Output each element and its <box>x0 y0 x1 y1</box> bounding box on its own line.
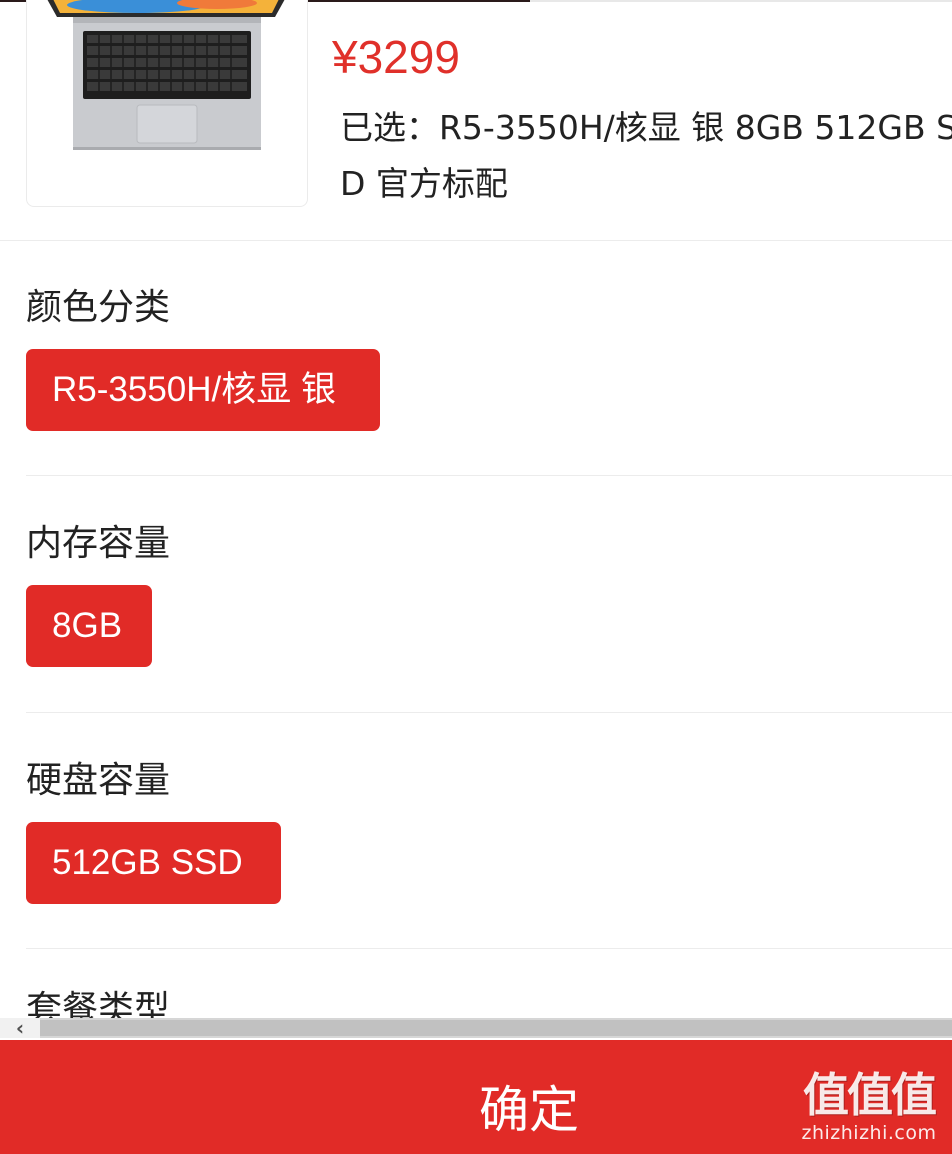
section-title-package: 套餐类型 <box>26 989 171 1018</box>
section-color: 颜色分类 R5-3550H/核显 银 <box>26 270 952 450</box>
horizontal-scrollbar[interactable]: ‹ <box>0 1018 952 1038</box>
watermark-url: zhizhizhi.com <box>801 1122 937 1144</box>
section-divider <box>26 475 952 476</box>
section-title-memory: 内存容量 <box>26 523 171 564</box>
section-divider <box>26 948 952 949</box>
chevron-left-icon[interactable]: ‹ <box>0 1018 40 1038</box>
laptop-image <box>26 0 308 207</box>
selected-spec-summary: 已选：R5-3550H/核显 银 8GB 512GB SSD 官方标配 <box>340 108 952 203</box>
section-memory: 内存容量 8GB <box>26 506 952 686</box>
option-chip-memory-selected[interactable]: 8GB <box>26 585 152 667</box>
product-header: ¥3299 已选：R5-3550H/核显 银 8GB 512GB SSD 官方标… <box>0 0 952 241</box>
sku-selector-page: ¥3299 已选：R5-3550H/核显 银 8GB 512GB SSD 官方标… <box>0 0 952 1154</box>
section-title-storage: 硬盘容量 <box>26 760 171 801</box>
scrollbar-thumb[interactable] <box>40 1020 952 1036</box>
option-chip-storage-selected[interactable]: 512GB SSD <box>26 822 281 904</box>
section-divider <box>26 712 952 713</box>
site-watermark: 值值值 zhizhizhi.com <box>794 1068 944 1144</box>
section-package: 套餐类型 <box>26 978 952 1018</box>
section-title-color: 颜色分类 <box>26 287 171 328</box>
watermark-logo: 值值值 <box>803 1068 937 1122</box>
section-storage: 硬盘容量 512GB SSD <box>26 743 952 923</box>
product-price: ¥3299 <box>332 31 460 83</box>
option-chip-color-selected[interactable]: R5-3550H/核显 银 <box>26 349 380 431</box>
